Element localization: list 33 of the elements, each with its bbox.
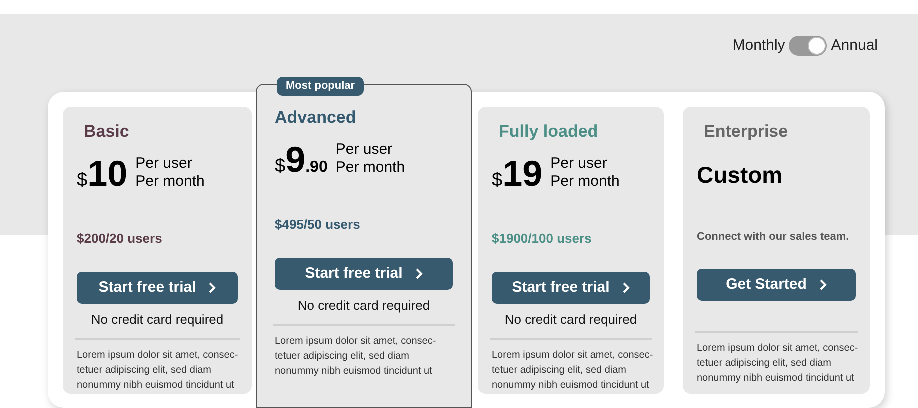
plan-total: $495/50 users — [275, 216, 362, 234]
price: $9.90 — [275, 142, 328, 182]
plan-name: Basic — [83, 121, 130, 143]
cta-button[interactable]: Start free trial — [275, 258, 453, 290]
chevron-right-icon — [818, 279, 827, 291]
cta-button[interactable]: Get Started — [697, 269, 856, 301]
plan-name: Enterprise — [703, 121, 790, 143]
price-unit: Per user Per month — [336, 140, 406, 176]
plan-total: $200/20 users — [77, 230, 164, 248]
plan-description: Lorem ipsum dolor sit amet, consec- tetuer adipiscing elit, sed diam nonummy nibh euismod tincidunt ut — [697, 342, 856, 386]
cta-button[interactable]: Start free trial — [77, 272, 238, 304]
note: No credit card required — [296, 297, 432, 315]
toggle-label: Annual — [831, 36, 878, 56]
badge: Most popular — [277, 77, 364, 96]
plan-name: Advanced — [275, 107, 358, 129]
cta-button[interactable]: Start free trial — [492, 272, 650, 304]
price-unit: Per user Per month — [136, 154, 205, 190]
price: Custom — [697, 161, 783, 190]
price: $10 — [77, 156, 128, 196]
plan-total: Connect with our sales team. — [697, 230, 850, 244]
billing-toggle[interactable] — [789, 36, 828, 56]
chevron-right-icon — [208, 282, 216, 294]
chevron-right-icon — [622, 282, 630, 294]
plan-name: Fully loaded — [498, 121, 600, 143]
plan-description: Lorem ipsum dolor sit amet, consec- tetuer adipiscing elit, sed diam nonummy nibh euismod tincidunt ut — [275, 334, 438, 378]
price: $19 — [492, 156, 543, 196]
chevron-right-icon — [414, 268, 423, 280]
note: No credit card required — [90, 311, 225, 329]
plan-description: Lorem ipsum dolor sit amet, consec- tetuer adipiscing elit, sed diam nonummy nibh euismod tincidunt ut — [77, 348, 238, 392]
plan-total: $1900/100 users — [492, 230, 593, 248]
note: No credit card required — [504, 311, 638, 329]
price-unit: Per user Per month — [550, 154, 620, 190]
toggle-label: Monthly — [732, 36, 786, 56]
